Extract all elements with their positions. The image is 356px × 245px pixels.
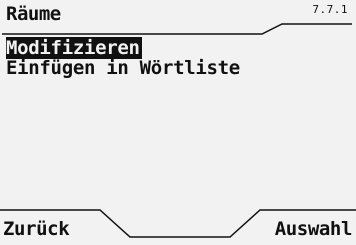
screen-title: Räume: [6, 3, 61, 25]
menu-item-einfuegen-in-woertliste[interactable]: Einfügen in Wörtliste: [6, 58, 356, 78]
select-softkey[interactable]: Auswahl: [275, 218, 353, 240]
menu-list: Modifizieren Einfügen in Wörtliste: [6, 37, 356, 78]
menu-index: 7.7.1: [312, 3, 348, 16]
phone-display: Räume 7.7.1 Modifizieren Einfügen in Wör…: [0, 0, 356, 245]
menu-item-label: Einfügen in Wörtliste: [6, 57, 240, 79]
back-softkey[interactable]: Zurück: [3, 218, 70, 240]
menu-item-modifizieren[interactable]: Modifizieren: [6, 37, 356, 59]
menu-item-label: Modifizieren: [6, 37, 142, 59]
